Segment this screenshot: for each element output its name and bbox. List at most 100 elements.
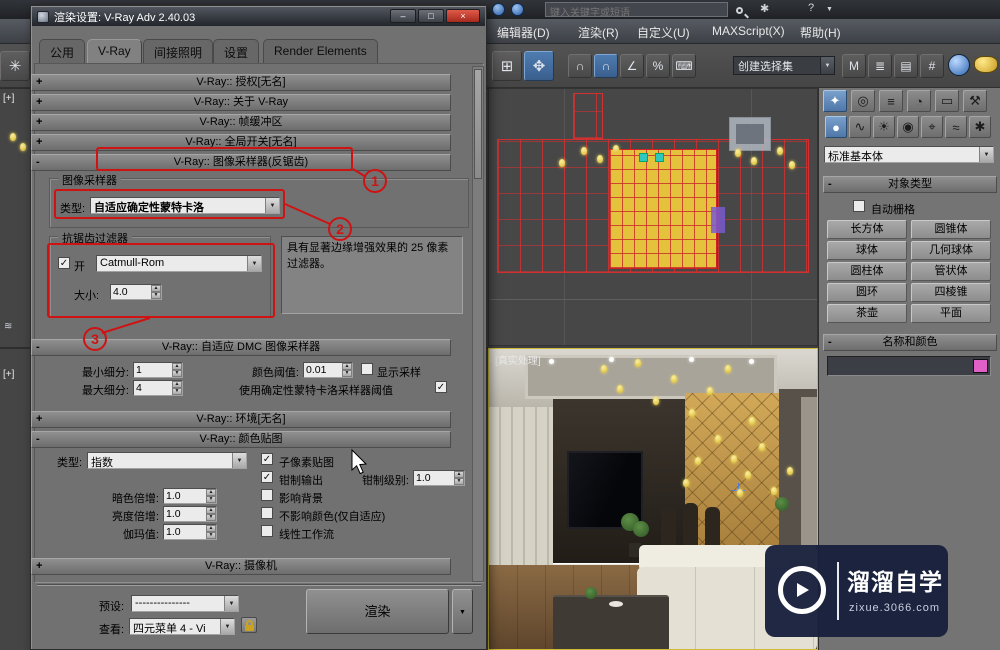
favorites-star-icon[interactable]: ✱ — [760, 2, 769, 15]
motion-tab-icon[interactable]: ◔ — [907, 90, 931, 112]
shapes-category-icon[interactable]: ∿ — [849, 116, 871, 138]
object-name-field[interactable] — [827, 356, 991, 376]
viewport-label[interactable]: [真实处理] — [495, 352, 541, 367]
chevron-down-icon[interactable]: ▼ — [232, 453, 246, 468]
menu-customize[interactable]: 自定义(U) — [637, 24, 690, 41]
geometry-category-icon[interactable]: ● — [825, 116, 847, 138]
rollout-framebuffer[interactable]: + V-Ray:: 帧缓冲区 — [31, 114, 451, 131]
spin-down-icon[interactable]: ▼ — [342, 370, 352, 377]
help-dropdown-icon[interactable]: ▼ — [826, 6, 833, 13]
pyramid-button[interactable]: 四棱锥 — [911, 283, 991, 302]
viewport-label-top-left[interactable]: [+] — [3, 93, 14, 104]
viewport-label-bottom-left[interactable]: [+] — [3, 369, 14, 380]
cameras-category-icon[interactable]: ◉ — [897, 116, 919, 138]
align-icon[interactable]: ≣ — [868, 54, 892, 78]
cmap-type-dropdown[interactable]: 指数 ▼ — [87, 452, 247, 469]
bright-mult-field[interactable]: 1.0 ▲ ▼ — [163, 506, 217, 522]
clamp-output-checkbox[interactable]: ✓ — [261, 471, 273, 483]
close-button[interactable]: × — [446, 9, 480, 23]
hierarchy-tab-icon[interactable]: ≡ — [879, 90, 903, 112]
spacewarps-category-icon[interactable]: ≈ — [945, 116, 967, 138]
view-dropdown[interactable]: 四元菜单 4 - Vi ▼ — [129, 618, 235, 635]
sphere-button[interactable]: 球体 — [827, 241, 907, 260]
infocenter-icon[interactable] — [492, 3, 505, 16]
geosphere-button[interactable]: 几何球体 — [911, 241, 991, 260]
min-subdivs-field[interactable]: 1 ▲ ▼ — [133, 362, 183, 378]
tab-indirect-illumination[interactable]: 间接照明 — [143, 39, 214, 63]
keyboard-override-icon[interactable]: ⌨ — [672, 54, 696, 78]
display-tab-icon[interactable]: ▭ — [935, 90, 959, 112]
spin-up-icon[interactable]: ▲ — [172, 381, 182, 388]
search-icon[interactable] — [736, 3, 743, 15]
primitive-category-dropdown[interactable]: 标准基本体 ▼ — [824, 146, 994, 163]
max-subdivs-field[interactable]: 4 ▲ ▼ — [133, 380, 183, 396]
snap-toggle-2d-icon[interactable]: ∩ — [568, 54, 592, 78]
cone-button[interactable]: 圆锥体 — [911, 220, 991, 239]
plane-button[interactable]: 平面 — [911, 304, 991, 323]
create-tab-icon[interactable]: ✦ — [823, 90, 847, 112]
mirror-icon[interactable]: M — [842, 54, 866, 78]
object-color-swatch[interactable] — [973, 359, 988, 373]
render-button[interactable]: 渲染 — [306, 589, 449, 634]
show-samples-checkbox[interactable] — [361, 363, 373, 375]
view-lock-button[interactable] — [241, 617, 257, 633]
spin-down-icon[interactable]: ▼ — [172, 370, 182, 377]
subpixel-checkbox[interactable]: ✓ — [261, 453, 273, 465]
preset-dropdown[interactable]: --------------- ▼ — [131, 595, 239, 612]
communication-center-icon[interactable] — [511, 3, 524, 16]
lights-category-icon[interactable]: ☀ — [873, 116, 895, 138]
menu-help[interactable]: 帮助(H) — [800, 24, 841, 41]
linear-workflow-checkbox[interactable] — [261, 525, 273, 537]
spin-down-icon[interactable]: ▼ — [454, 478, 464, 485]
clamp-level-field[interactable]: 1.0 ▲ ▼ — [413, 470, 465, 486]
chevron-down-icon[interactable]: ▼ — [979, 147, 993, 162]
helpers-category-icon[interactable]: ⌖ — [921, 116, 943, 138]
scrollbar-thumb[interactable] — [474, 69, 482, 179]
viewport-front-wireframe[interactable] — [488, 88, 818, 346]
spin-down-icon[interactable]: ▼ — [172, 388, 182, 395]
use-dmc-threshold-checkbox[interactable]: ✓ — [435, 381, 447, 393]
tab-settings[interactable]: 设置 — [213, 39, 260, 63]
named-selection-set-combo[interactable]: 创建选择集 ▼ — [733, 56, 835, 75]
systems-category-icon[interactable]: ✱ — [969, 116, 991, 138]
box-button[interactable]: 长方体 — [827, 220, 907, 239]
material-editor-icon[interactable] — [948, 54, 970, 76]
tab-render-elements[interactable]: Render Elements — [263, 39, 378, 63]
dialog-scrollbar[interactable] — [472, 66, 484, 582]
rollout-environment[interactable]: + V-Ray:: 环境[无名] — [31, 411, 451, 428]
menu-editors[interactable]: 编辑器(D) — [497, 24, 550, 41]
spinner[interactable]: ▲ ▼ — [342, 363, 352, 377]
tab-vray[interactable]: V-Ray — [87, 39, 142, 63]
spin-up-icon[interactable]: ▲ — [206, 525, 216, 532]
spin-up-icon[interactable]: ▲ — [206, 507, 216, 514]
toolbar-left-fragment-icon[interactable]: ✳ — [0, 51, 30, 81]
chevron-down-icon[interactable]: ▼ — [820, 57, 834, 74]
render-dropdown-button[interactable]: ▼ — [452, 589, 473, 634]
utilities-tab-icon[interactable]: ⚒ — [963, 90, 987, 112]
select-move-icon[interactable]: ✥ — [524, 51, 554, 81]
affect-background-checkbox[interactable] — [261, 489, 273, 501]
percent-snap-icon[interactable]: % — [646, 54, 670, 78]
tube-button[interactable]: 管状体 — [911, 262, 991, 281]
render-production-icon[interactable] — [974, 56, 998, 73]
spin-up-icon[interactable]: ▲ — [454, 471, 464, 478]
spin-up-icon[interactable]: ▲ — [206, 489, 216, 496]
torus-button[interactable]: 圆环 — [827, 283, 907, 302]
menu-maxscript[interactable]: MAXScript(X) — [712, 24, 785, 38]
chevron-down-icon[interactable]: ▼ — [224, 596, 238, 611]
spin-up-icon[interactable]: ▲ — [342, 363, 352, 370]
name-color-rollout[interactable]: - 名称和颜色 — [823, 334, 997, 351]
snap-toggle-3d-icon[interactable]: ∩ — [594, 54, 618, 78]
spin-down-icon[interactable]: ▼ — [206, 532, 216, 539]
dont-affect-colors-checkbox[interactable] — [261, 507, 273, 519]
chevron-down-icon[interactable]: ▼ — [220, 619, 234, 634]
graph-editors-icon[interactable]: # — [920, 54, 944, 78]
rollout-camera[interactable]: + V-Ray:: 摄像机 — [31, 558, 451, 575]
dark-mult-field[interactable]: 1.0 ▲ ▼ — [163, 488, 217, 504]
cylinder-button[interactable]: 圆柱体 — [827, 262, 907, 281]
autogrid-checkbox[interactable] — [853, 200, 865, 212]
object-type-rollout[interactable]: - 对象类型 — [823, 176, 997, 193]
teapot-button[interactable]: 茶壶 — [827, 304, 907, 323]
spin-up-icon[interactable]: ▲ — [172, 363, 182, 370]
help-icon[interactable]: ? — [808, 2, 814, 14]
